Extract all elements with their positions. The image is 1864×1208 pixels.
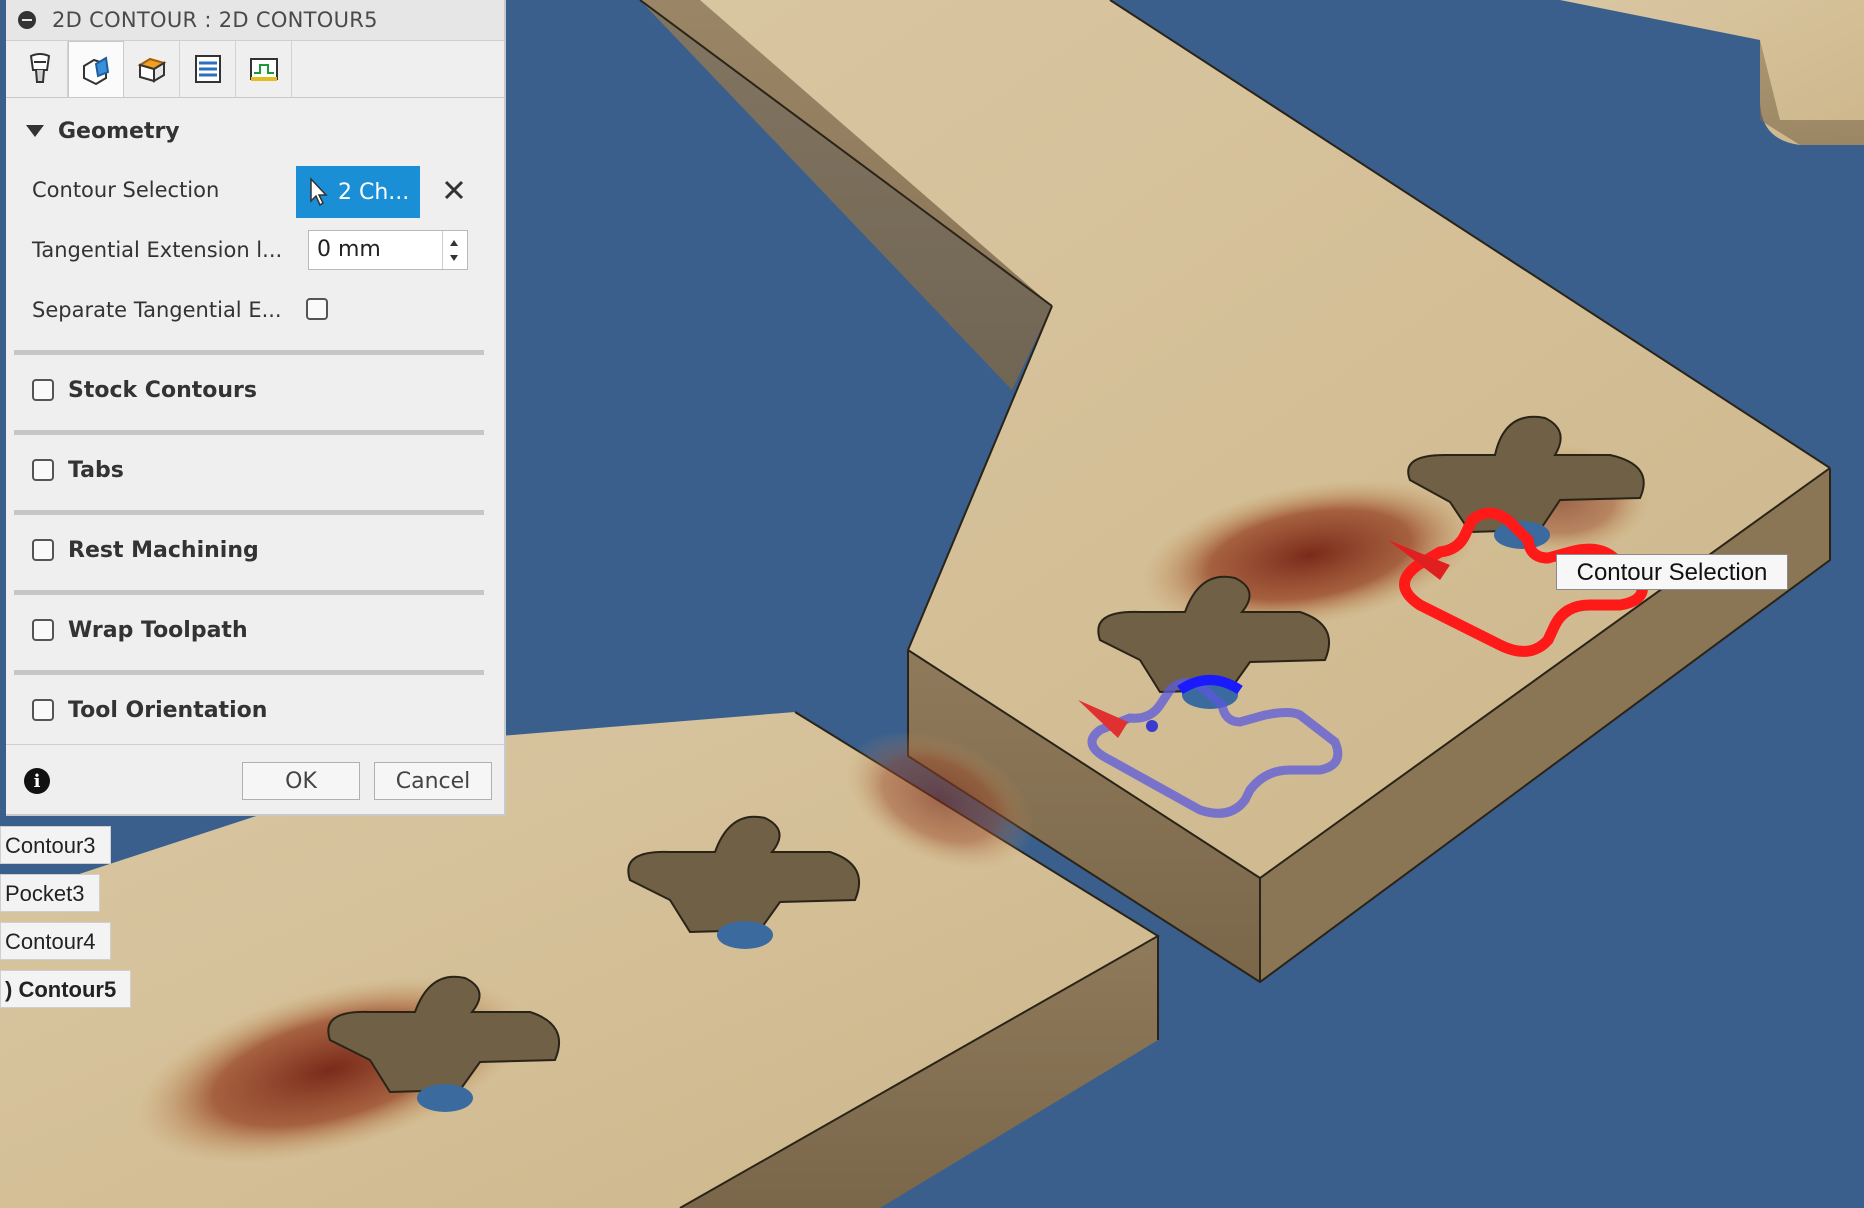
section-wrap-toolpath[interactable]: Wrap Toolpath bbox=[32, 610, 248, 650]
section-divider bbox=[14, 350, 484, 355]
tabs-label: Tabs bbox=[68, 457, 124, 483]
tool-orientation-checkbox[interactable] bbox=[32, 699, 54, 721]
section-divider bbox=[14, 430, 484, 435]
rest-machining-checkbox[interactable] bbox=[32, 539, 54, 561]
browser-item-contour5[interactable]: ) Contour5 bbox=[0, 970, 132, 1008]
contour-selection-value: 2 Ch... bbox=[338, 179, 410, 205]
linking-icon bbox=[249, 58, 278, 81]
geometry-header-label: Geometry bbox=[58, 118, 180, 144]
tangential-extension-input[interactable]: 0 mm bbox=[308, 230, 468, 270]
info-icon[interactable]: i bbox=[24, 768, 50, 794]
tab-geometry[interactable] bbox=[68, 41, 124, 97]
contour-dialog: 2D CONTOUR : 2D CONTOUR5 Geometry Contou… bbox=[6, 0, 506, 816]
ok-button[interactable]: OK bbox=[242, 762, 360, 800]
rest-machining-label: Rest Machining bbox=[68, 537, 259, 563]
geometry-icon bbox=[83, 55, 110, 85]
dialog-title: 2D CONTOUR : 2D CONTOUR5 bbox=[52, 8, 378, 32]
passes-icon bbox=[194, 55, 221, 83]
separate-tangential-checkbox[interactable] bbox=[306, 298, 328, 320]
section-divider bbox=[14, 510, 484, 515]
section-divider bbox=[14, 670, 484, 675]
value-stepper[interactable] bbox=[442, 231, 467, 269]
browser-item-contour4[interactable]: Contour4 bbox=[0, 922, 111, 960]
section-stock-contours[interactable]: Stock Contours bbox=[32, 370, 257, 410]
contour-selection-tooltip: Contour Selection bbox=[1556, 554, 1788, 590]
section-tabs[interactable]: Tabs bbox=[32, 450, 124, 490]
separate-tangential-label: Separate Tangential E... bbox=[32, 298, 282, 322]
stock-contours-label: Stock Contours bbox=[68, 377, 257, 403]
clear-selection-icon[interactable] bbox=[442, 178, 466, 202]
wrap-toolpath-label: Wrap Toolpath bbox=[68, 617, 248, 643]
tab-strip bbox=[6, 41, 504, 98]
contour-selection-label: Contour Selection bbox=[32, 178, 220, 202]
cursor-arrow-icon bbox=[310, 177, 328, 207]
footer-divider bbox=[6, 744, 504, 745]
browser-item-pocket3[interactable]: Pocket3 bbox=[0, 874, 100, 912]
tangential-extension-value: 0 mm bbox=[317, 237, 381, 262]
dialog-titlebar: 2D CONTOUR : 2D CONTOUR5 bbox=[6, 0, 504, 41]
stock-contours-checkbox[interactable] bbox=[32, 379, 54, 401]
tab-passes[interactable] bbox=[180, 41, 236, 97]
stepper-up-icon[interactable] bbox=[450, 240, 458, 246]
tool-icon bbox=[29, 53, 50, 83]
tab-linking[interactable] bbox=[236, 41, 292, 97]
section-rest-machining[interactable]: Rest Machining bbox=[32, 530, 259, 570]
heights-icon bbox=[137, 57, 166, 83]
geometry-group-header[interactable]: Geometry bbox=[6, 106, 504, 156]
contour-selection-button[interactable]: 2 Ch... bbox=[296, 166, 420, 218]
tab-tool[interactable] bbox=[12, 41, 68, 97]
wrap-toolpath-checkbox[interactable] bbox=[32, 619, 54, 641]
tab-heights[interactable] bbox=[124, 41, 180, 97]
tool-orientation-label: Tool Orientation bbox=[68, 697, 268, 723]
cancel-button[interactable]: Cancel bbox=[374, 762, 492, 800]
browser-item-contour3[interactable]: Contour3 bbox=[0, 826, 111, 864]
expand-triangle-icon bbox=[26, 125, 44, 137]
stepper-down-icon[interactable] bbox=[450, 255, 458, 261]
tabs-checkbox[interactable] bbox=[32, 459, 54, 481]
section-tool-orientation[interactable]: Tool Orientation bbox=[32, 690, 267, 730]
tangential-extension-label: Tangential Extension l... bbox=[32, 238, 283, 262]
collapse-icon[interactable] bbox=[18, 11, 36, 29]
section-divider bbox=[14, 590, 484, 595]
